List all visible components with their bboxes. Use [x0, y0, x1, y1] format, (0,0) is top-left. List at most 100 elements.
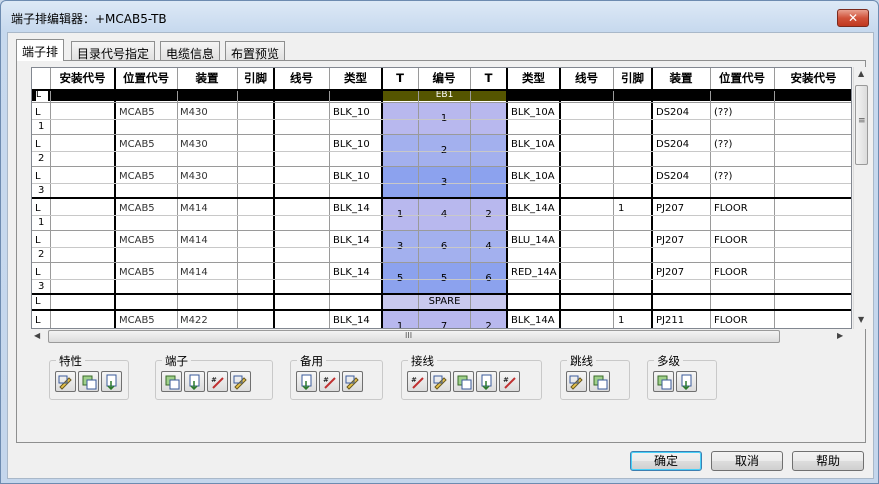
right-device-cell[interactable]: PJ207 — [656, 203, 712, 215]
location-code-cell[interactable]: MCAB5 — [119, 107, 179, 119]
edit-properties-icon[interactable] — [55, 371, 76, 392]
terminal-number[interactable]: 4 — [418, 209, 470, 223]
right-device-cell[interactable]: DS204 — [656, 139, 712, 151]
tab-catalog-assign[interactable]: 目录代号指定 — [71, 41, 156, 61]
right-pin-cell[interactable] — [618, 267, 648, 279]
right-type-cell[interactable]: RED_14A — [511, 267, 563, 279]
right-type-cell[interactable]: BLK_14A — [511, 315, 563, 327]
jumper-edit-icon[interactable] — [589, 371, 610, 392]
right-device-cell[interactable]: PJ207 — [656, 267, 712, 279]
terminal-t-left[interactable]: 1 — [382, 321, 418, 328]
edit-terminal-icon[interactable] — [161, 371, 182, 392]
location-code-cell[interactable]: MCAB5 — [119, 315, 179, 327]
right-device-cell[interactable]: DS204 — [656, 171, 712, 183]
terminal-t-right[interactable] — [470, 145, 507, 159]
terminal-t-right[interactable] — [470, 113, 507, 127]
right-type-cell[interactable]: BLU_14A — [511, 235, 563, 247]
vertical-scroll-thumb[interactable]: ≡ — [855, 85, 868, 165]
column-header[interactable]: 线号 — [560, 68, 613, 90]
row-level-letter[interactable]: L — [35, 235, 49, 247]
column-header[interactable]: 引脚 — [237, 68, 274, 90]
right-type-cell[interactable]: BLK_10A — [511, 139, 563, 151]
scroll-up-icon[interactable]: ▲ — [858, 69, 864, 78]
row-level-letter[interactable]: L — [35, 315, 49, 327]
tab-cable-info[interactable]: 电缆信息 — [160, 41, 221, 61]
spare-level-letter[interactable]: L — [35, 296, 49, 308]
terminal-t-right[interactable]: 4 — [470, 241, 507, 255]
column-header[interactable]: 类型 — [329, 68, 382, 90]
right-pin-cell[interactable] — [618, 139, 648, 151]
multilevel-edit-icon[interactable] — [676, 371, 697, 392]
terminal-number[interactable]: 5 — [418, 273, 470, 287]
scroll-right-icon[interactable]: ▶ — [837, 331, 843, 340]
location-code-cell[interactable]: MCAB5 — [119, 267, 179, 279]
jumper-add-icon[interactable] — [566, 371, 587, 392]
row-level-letter[interactable]: L — [35, 107, 49, 119]
vertical-scrollbar[interactable]: ▲ ≡ ▼ — [853, 67, 869, 329]
wire-insert-icon[interactable]: # — [407, 371, 428, 392]
terminal-number[interactable]: 6 — [418, 241, 470, 255]
move-terminal-icon[interactable]: # — [207, 371, 228, 392]
terminal-number[interactable]: 3 — [418, 177, 470, 191]
location-code-cell[interactable]: MCAB5 — [119, 139, 179, 151]
paste-properties-icon[interactable] — [101, 371, 122, 392]
terminal-t-right[interactable]: 2 — [470, 321, 507, 328]
device-cell[interactable]: M414 — [180, 203, 238, 215]
horizontal-scrollbar[interactable]: ◀ III ▶ — [31, 329, 853, 344]
terminal-number[interactable]: 1 — [418, 113, 470, 127]
ok-button[interactable]: 确定 — [630, 451, 702, 471]
right-pin-cell[interactable]: 1 — [618, 315, 648, 327]
scroll-down-icon[interactable]: ▼ — [858, 315, 864, 324]
column-header[interactable]: T — [382, 68, 418, 90]
insert-spare-icon[interactable] — [296, 371, 317, 392]
type-cell[interactable]: BLK_14 — [333, 267, 385, 279]
close-button[interactable]: ✕ — [837, 9, 869, 27]
row-level-letter[interactable]: L — [35, 203, 49, 215]
terminal-t-left[interactable] — [382, 145, 418, 159]
wire-delete-icon[interactable]: # — [499, 371, 520, 392]
column-header[interactable]: 装置 — [652, 68, 710, 90]
device-cell[interactable]: M422 — [180, 315, 238, 327]
right-pin-cell[interactable] — [618, 171, 648, 183]
terminal-number[interactable]: 7 — [418, 321, 470, 328]
column-header[interactable]: 装置 — [177, 68, 237, 90]
rotate-terminal-icon[interactable] — [230, 371, 251, 392]
tab-layout-preview[interactable]: 布置预览 — [225, 41, 286, 61]
column-header[interactable]: 安装代号 — [774, 68, 851, 90]
right-location-cell[interactable]: FLOOR — [714, 235, 774, 247]
device-cell[interactable]: M430 — [180, 139, 238, 151]
right-location-cell[interactable]: (??) — [714, 139, 774, 151]
copy-properties-icon[interactable] — [78, 371, 99, 392]
location-code-cell[interactable]: MCAB5 — [119, 203, 179, 215]
column-header[interactable]: 编号 — [418, 68, 470, 90]
terminal-t-left[interactable]: 1 — [382, 209, 418, 223]
column-header[interactable]: 线号 — [274, 68, 329, 90]
terminal-grid[interactable]: 安装代号 位置代号 装置 引脚 线号 类型 T 编号 T 类型 线号 引脚 装置 位置代号 安装代号 EB1 L… — [31, 67, 852, 329]
row-level-letter[interactable]: L — [35, 171, 49, 183]
terminal-t-right[interactable] — [470, 177, 507, 191]
wire-move-left-icon[interactable] — [453, 371, 474, 392]
type-cell[interactable]: BLK_10 — [333, 107, 385, 119]
right-pin-cell[interactable]: 1 — [618, 203, 648, 215]
wire-move-up-icon[interactable] — [430, 371, 451, 392]
column-header[interactable]: 安装代号 — [50, 68, 115, 90]
location-code-cell[interactable]: MCAB5 — [119, 235, 179, 247]
delete-spare-icon[interactable]: # — [319, 371, 340, 392]
horizontal-scroll-thumb[interactable]: III — [48, 330, 780, 343]
terminal-t-right[interactable]: 6 — [470, 273, 507, 287]
row-level-letter[interactable]: L — [35, 267, 49, 279]
tab-terminal-strip[interactable]: 端子排 — [16, 39, 65, 61]
right-location-cell[interactable]: FLOOR — [714, 315, 774, 327]
wire-move-down-icon[interactable] — [476, 371, 497, 392]
right-device-cell[interactable]: PJ207 — [656, 235, 712, 247]
terminal-t-left[interactable]: 3 — [382, 241, 418, 255]
right-device-cell[interactable]: DS204 — [656, 107, 712, 119]
multilevel-add-icon[interactable] — [653, 371, 674, 392]
cancel-button[interactable]: 取消 — [711, 451, 783, 471]
terminal-number[interactable]: 2 — [418, 145, 470, 159]
terminal-t-right[interactable]: 2 — [470, 209, 507, 223]
type-cell[interactable]: BLK_10 — [333, 139, 385, 151]
column-header[interactable]: 位置代号 — [710, 68, 774, 90]
right-device-cell[interactable]: PJ211 — [656, 315, 712, 327]
location-code-cell[interactable]: MCAB5 — [119, 171, 179, 183]
